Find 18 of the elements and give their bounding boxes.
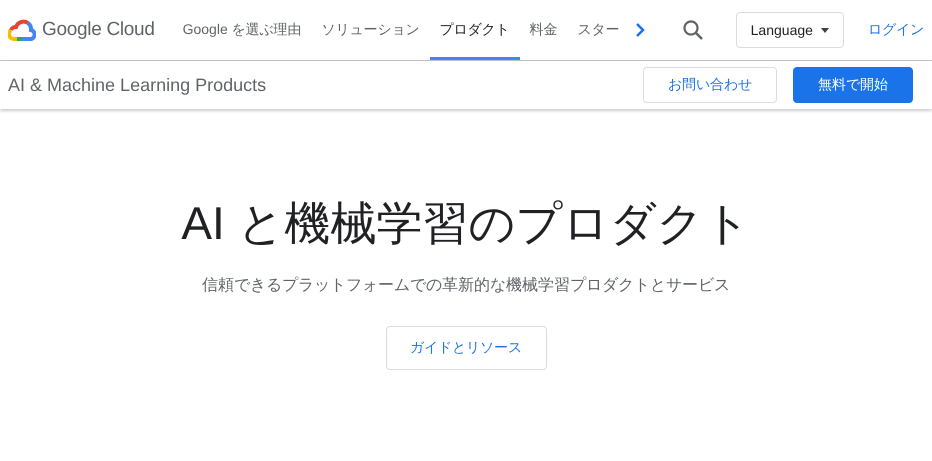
chevron-right-icon[interactable] (634, 22, 646, 38)
contact-button[interactable]: お問い合わせ (643, 67, 777, 103)
nav-tab[interactable]: 料金 (520, 0, 568, 60)
start-free-button[interactable]: 無料で開始 (793, 67, 913, 103)
nav-tab[interactable]: Google を選ぶ理由 (172, 0, 312, 60)
hero-title: AI と機械学習のプロダクト (181, 196, 751, 251)
hero-subtitle: 信頼できるプラットフォームでの革新的な機械学習プロダクトとサービス (202, 276, 730, 296)
brand-name[interactable]: Google Cloud (42, 19, 155, 41)
cloud-logo-icon[interactable] (8, 19, 36, 41)
caret-icon (820, 28, 829, 32)
search-icon[interactable] (682, 19, 704, 41)
section-title: AI & Machine Learning Products (8, 74, 268, 96)
guides-button[interactable]: ガイドとリソース (386, 326, 546, 370)
login-link[interactable]: ログイン (868, 21, 924, 39)
nav-tab[interactable]: ソリューション (312, 0, 430, 60)
language-dropdown[interactable]: Language (736, 12, 844, 48)
nav-tab[interactable]: スター (568, 0, 630, 60)
nav-tab[interactable]: プロダクト (430, 0, 520, 60)
